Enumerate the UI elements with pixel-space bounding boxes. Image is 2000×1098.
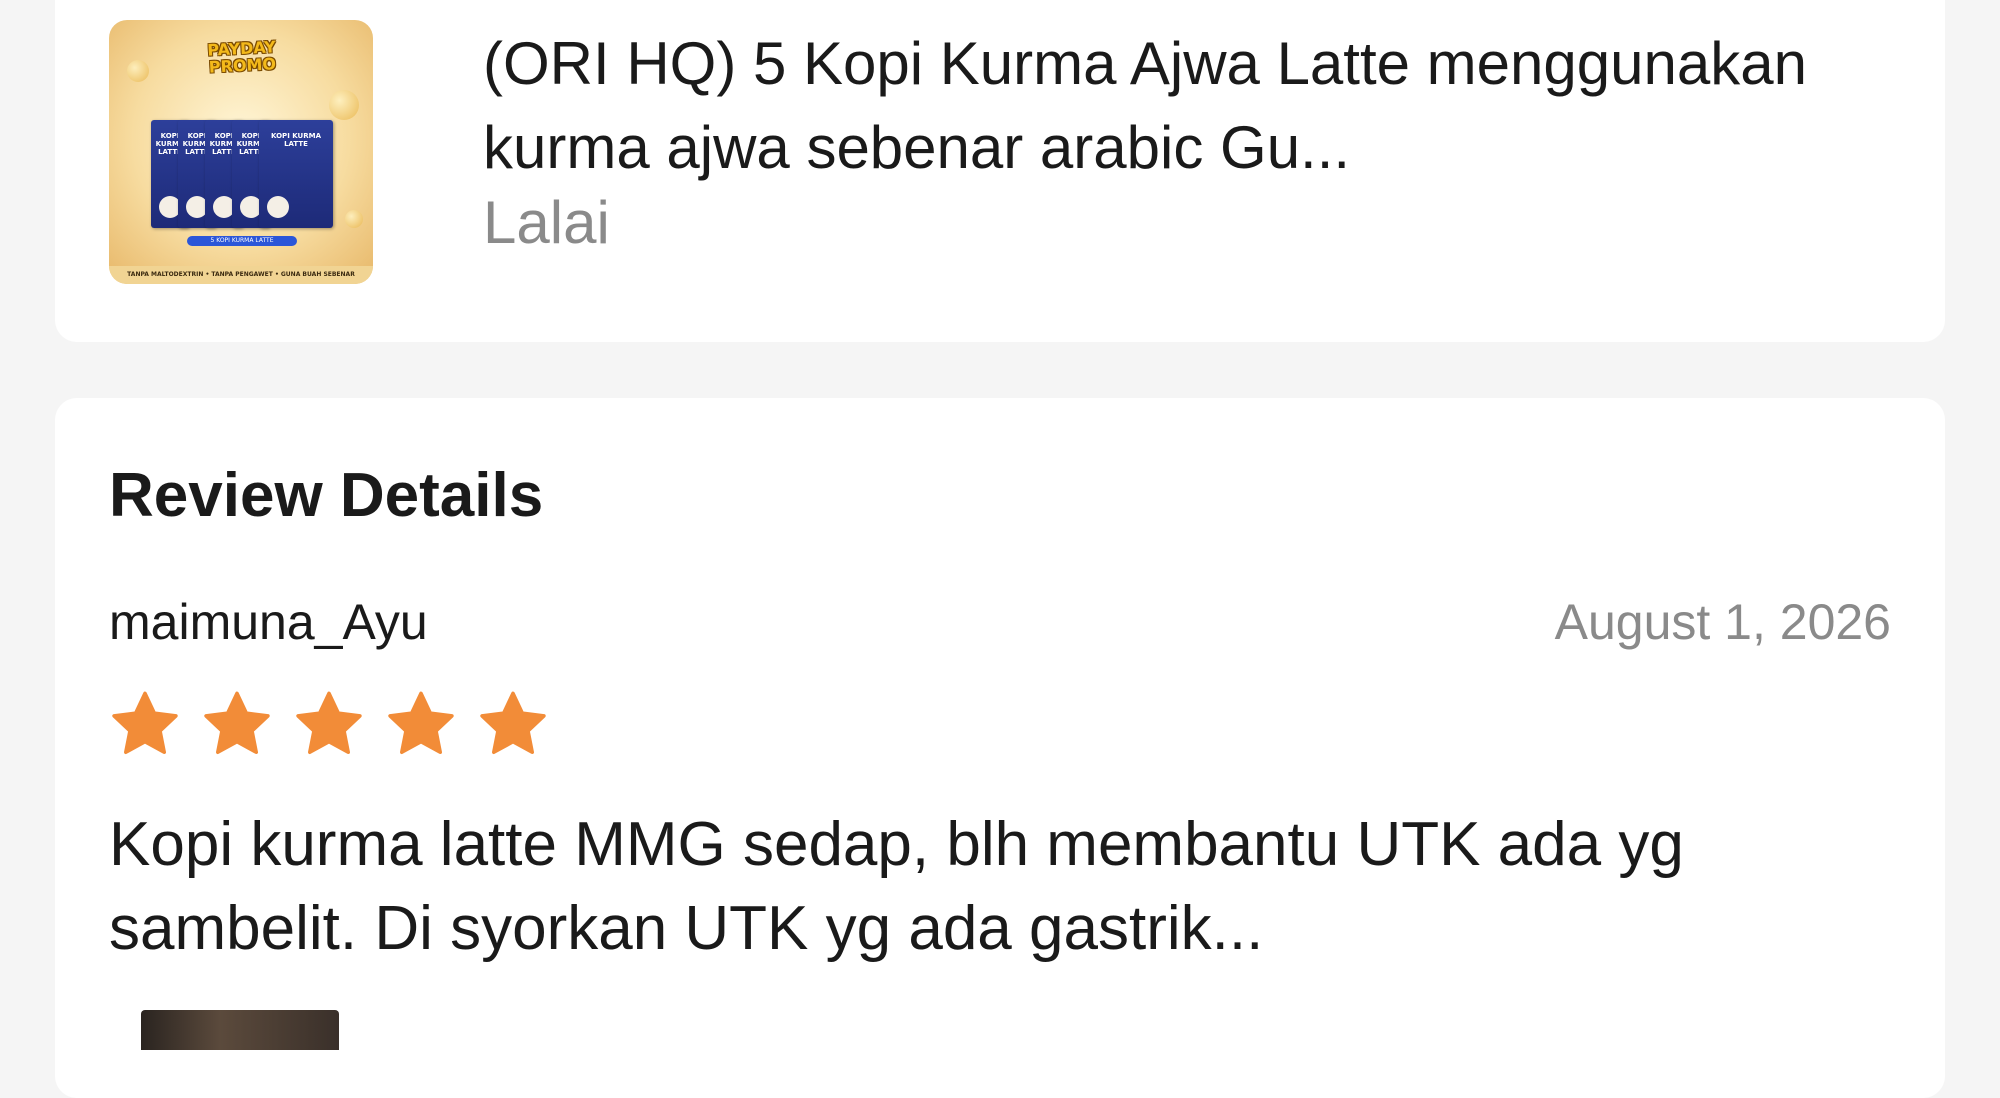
star-icon [296,691,362,754]
section-title: Review Details [109,461,544,530]
review-text[interactable]: Kopi kurma latte MMG sedap, blh membantu… [109,803,1899,971]
decorative-coin [345,210,363,228]
decorative-coin [329,90,359,120]
product-title[interactable]: (ORI HQ) 5 Kopi Kurma Ajwa Latte menggun… [483,22,1913,190]
promo-badge: PAYDAY PROMO [206,37,277,77]
decorative-coin [127,60,149,82]
promo-ribbon: 5 KOPI KURMA LATTE [187,236,297,246]
star-rating [109,688,549,768]
star-icon [388,691,454,754]
star-icon [112,691,178,754]
product-thumbnail[interactable]: PAYDAY PROMO KOPI KURMA LATTE KOPI KURMA… [109,20,373,284]
product-card[interactable]: PAYDAY PROMO KOPI KURMA LATTE KOPI KURMA… [55,0,1945,342]
thumbnail-footer: TANPA MALTODEXTRIN • TANPA PENGAWET • GU… [109,266,373,284]
review-date: August 1, 2026 [1554,594,1891,650]
product-packs-image: KOPI KURMA LATTE KOPI KURMA LATTE KOPI K… [151,120,333,232]
product-variant: Lalai [483,189,610,256]
review-details-card: Review Details maimuna_Ayu August 1, 202… [55,398,1945,1098]
reviewer-name: maimuna_Ayu [109,594,428,650]
star-icon [480,691,546,754]
star-icon [204,691,270,754]
review-photo-thumbnail[interactable] [141,1010,339,1050]
